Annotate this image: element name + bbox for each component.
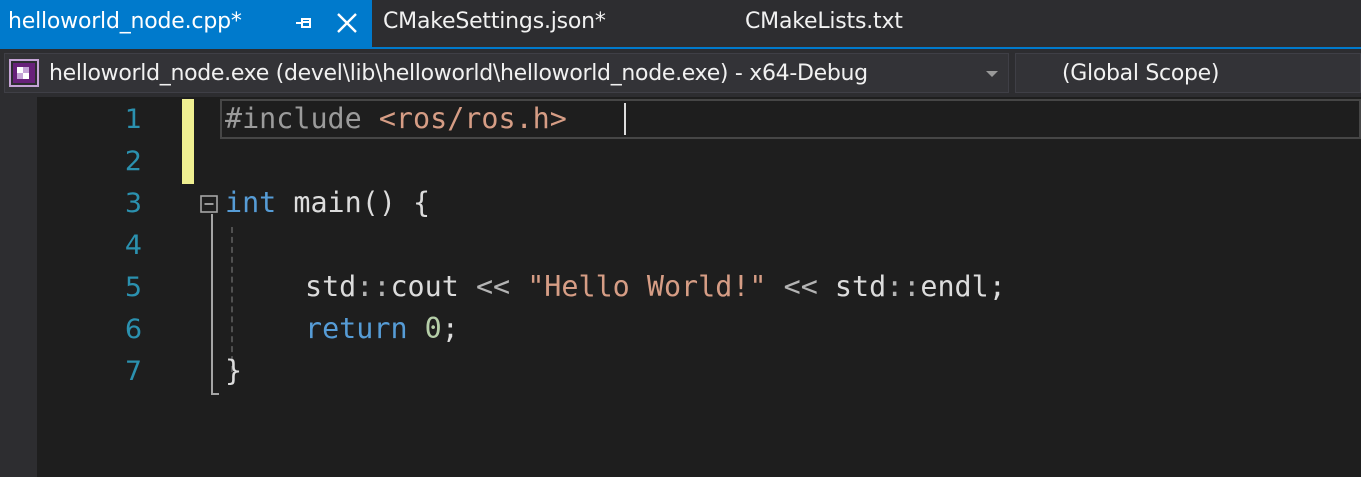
pin-icon[interactable] — [293, 11, 315, 35]
tab-label: CMakeSettings.json* — [383, 9, 606, 34]
project-dropdown[interactable]: helloworld_node.exe (devel\lib\helloworl… — [4, 53, 1009, 93]
string-literal: "Hello World!" — [527, 270, 767, 303]
type-keyword: int — [225, 186, 277, 219]
code-line-1[interactable]: #include <ros/ros.h> — [225, 98, 567, 140]
code-line-6[interactable]: return 0; — [305, 308, 459, 350]
line-number: 2 — [124, 146, 142, 177]
closing-brace: } — [225, 354, 243, 387]
scope-operator: :: — [886, 270, 921, 303]
line-number: 7 — [124, 356, 142, 387]
indicator-margin — [0, 97, 37, 477]
tab-label: helloworld_node.cpp* — [8, 9, 242, 34]
tab-helloworld-node-cpp[interactable]: helloworld_node.cpp* — [0, 0, 372, 47]
tab-cmakesettings-json[interactable]: CMakeSettings.json* — [372, 0, 702, 47]
preprocessor-directive: #include — [225, 102, 362, 135]
identifier: endl; — [920, 270, 1006, 303]
number-literal: 0 — [424, 312, 442, 345]
stream-operator: << — [475, 270, 511, 303]
namespace: std — [834, 270, 887, 303]
navigation-bar: helloworld_node.exe (devel\lib\helloworl… — [0, 47, 1361, 97]
namespace: std — [305, 270, 357, 303]
line-number: 5 — [124, 272, 142, 303]
collapse-icon[interactable] — [200, 195, 218, 213]
code-line-3[interactable]: int main() { — [225, 182, 430, 224]
tab-cmakelists-txt[interactable]: CMakeLists.txt — [733, 0, 1033, 47]
project-icon — [9, 59, 39, 87]
close-icon[interactable] — [334, 10, 360, 36]
line-number: 1 — [124, 104, 142, 135]
code-line-7[interactable]: } — [225, 350, 242, 392]
include-path: <ros/ros.h> — [378, 102, 567, 135]
code-editor[interactable]: 1 2 3 4 5 6 7 #include <ros/ros.h> int m… — [0, 97, 1361, 477]
line-number: 3 — [124, 188, 142, 219]
function-signature: main() { — [293, 186, 431, 219]
outline-guide — [211, 214, 213, 394]
code-line-5[interactable]: std::cout << "Hello World!" << std::endl… — [305, 266, 1006, 308]
stream-operator: << — [783, 270, 818, 303]
semicolon: ; — [441, 312, 459, 345]
scope-dropdown[interactable]: (Global Scope) — [1015, 53, 1361, 93]
tab-label: CMakeLists.txt — [745, 9, 903, 34]
project-dropdown-label: helloworld_node.exe (devel\lib\helloworl… — [49, 61, 868, 86]
document-tab-bar: helloworld_node.cpp* CMakeSettings.json*… — [0, 0, 1361, 47]
scope-dropdown-label: (Global Scope) — [1062, 61, 1220, 86]
return-keyword: return — [305, 312, 408, 345]
unsaved-change-marker — [182, 99, 194, 184]
outline-guide-end — [211, 393, 219, 395]
line-number: 6 — [124, 314, 142, 345]
line-number: 4 — [124, 230, 142, 261]
scope-operator: :: — [356, 270, 391, 303]
text-caret — [624, 103, 626, 135]
chevron-down-icon[interactable] — [985, 69, 999, 79]
identifier: cout — [390, 270, 459, 303]
